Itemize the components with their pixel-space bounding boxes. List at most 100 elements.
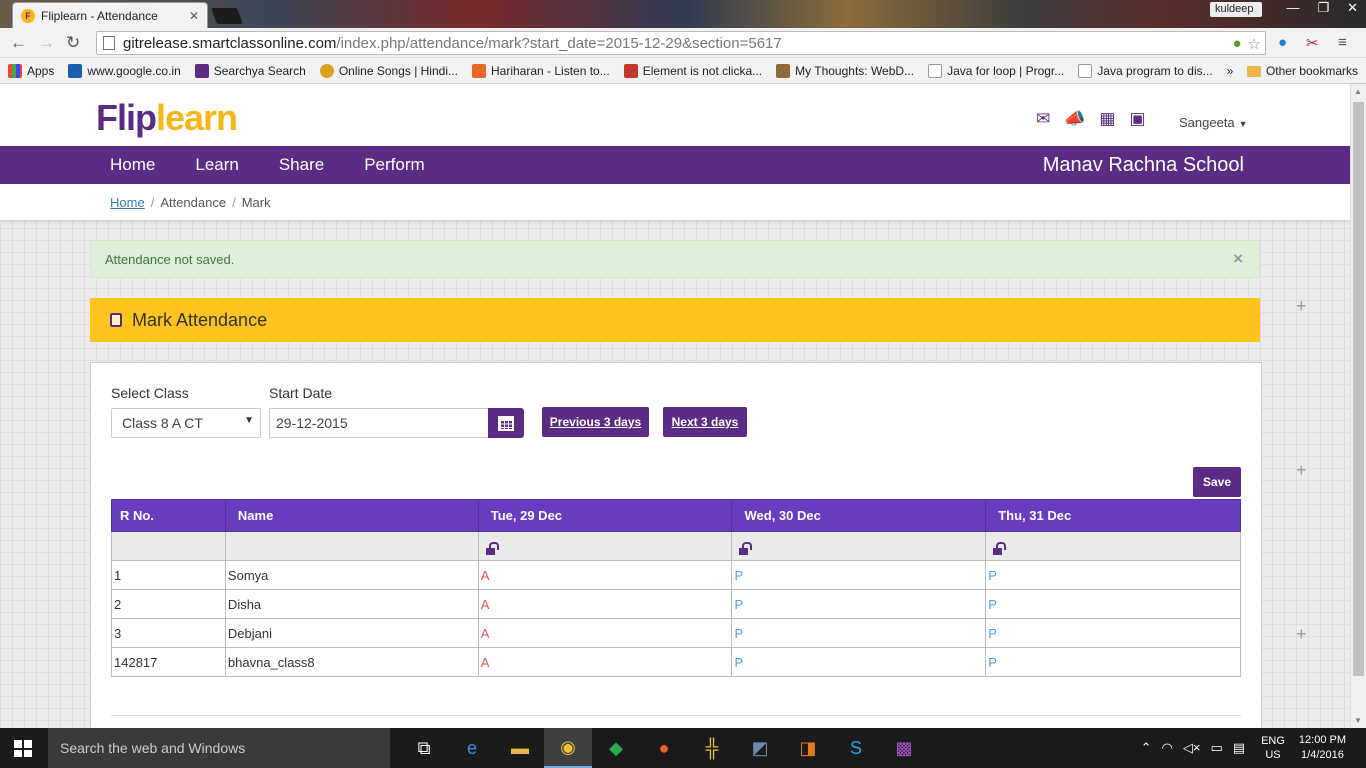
announcement-icon[interactable]: 📣	[1064, 109, 1085, 129]
date-picker-button[interactable]	[488, 408, 524, 438]
attendance-cell[interactable]: P	[985, 647, 1241, 677]
breadcrumb: Home / Attendance / Mark	[0, 184, 1350, 220]
attendance-cell[interactable]: P	[985, 560, 1241, 590]
tab-close-icon[interactable]: ✕	[189, 9, 199, 23]
save-button[interactable]: Save	[1193, 467, 1241, 497]
attendance-cell[interactable]: A	[477, 560, 733, 590]
nav-share[interactable]: Share	[279, 155, 324, 175]
previous-3-days-button[interactable]: Previous 3 days	[542, 407, 649, 437]
reload-icon[interactable]: ↻	[66, 33, 80, 53]
firefox-icon[interactable]: ●	[640, 728, 688, 768]
bookmark-searchya[interactable]: Searchya Search	[194, 63, 306, 78]
bookmark-online-songs[interactable]: Online Songs | Hindi...	[319, 63, 458, 78]
fliplearn-logo[interactable]: Fliplearn	[96, 97, 238, 139]
yahoo-favicon-icon	[194, 63, 209, 78]
main-nav: Home Learn Share Perform Manav Rachna Sc…	[0, 146, 1350, 184]
new-tab-button[interactable]	[211, 8, 243, 24]
show-hidden-icons-icon[interactable]: ⌃	[1141, 740, 1152, 756]
battery-icon[interactable]: ▭	[1210, 740, 1222, 756]
mail-icon[interactable]: ✉	[1036, 109, 1050, 129]
profile-button[interactable]: kuldeep	[1210, 2, 1262, 17]
unlock-icon[interactable]	[739, 541, 753, 555]
scroll-down-icon[interactable]: ▼	[1354, 716, 1362, 725]
file-explorer-icon[interactable]: ▬	[496, 728, 544, 768]
mysql-icon[interactable]: ◩	[736, 728, 784, 768]
skype-icon[interactable]: S	[832, 728, 880, 768]
maximize-icon[interactable]: ❐	[1317, 0, 1329, 16]
alert-close-icon[interactable]: ×	[1233, 249, 1243, 269]
task-view-icon[interactable]: ⧉	[400, 728, 448, 768]
bookmark-java-loop[interactable]: Java for loop | Progr...	[928, 63, 1064, 78]
attendance-cell[interactable]: A	[477, 647, 733, 677]
nav-home[interactable]: Home	[110, 155, 155, 175]
nav-perform[interactable]: Perform	[364, 155, 424, 175]
other-bookmarks[interactable]: Other bookmarks	[1246, 64, 1358, 78]
attendance-cell[interactable]: P	[731, 618, 987, 648]
gallery-icon[interactable]: ▣	[1129, 109, 1145, 129]
scrollbar-thumb[interactable]	[1353, 102, 1364, 676]
eclipse-icon[interactable]: ▩	[880, 728, 928, 768]
bookmarks-overflow[interactable]: »	[1227, 64, 1234, 78]
attendance-cell[interactable]: P	[985, 589, 1241, 619]
google-favicon-icon	[68, 63, 83, 78]
extension-tool-icon[interactable]: ✂	[1306, 34, 1319, 52]
page-info-icon[interactable]	[103, 36, 115, 50]
attendance-cell[interactable]: A	[477, 618, 733, 648]
plus-decoration-icon: +	[1296, 624, 1307, 644]
attendance-cell[interactable]: P	[731, 560, 987, 590]
bookmark-my-thoughts[interactable]: My Thoughts: WebD...	[776, 63, 914, 78]
attendance-cell[interactable]: P	[731, 647, 987, 677]
bookmarks-bar: Apps www.google.co.in Searchya Search On…	[0, 58, 1366, 84]
edge-icon[interactable]: e	[448, 728, 496, 768]
bookmark-google[interactable]: www.google.co.in	[68, 63, 181, 78]
unlock-icon[interactable]	[485, 541, 499, 555]
hariharan-favicon-icon	[472, 63, 486, 78]
attendance-cell[interactable]: A	[477, 589, 733, 619]
nav-learn[interactable]: Learn	[195, 155, 238, 175]
browser-tab[interactable]: F Fliplearn - Attendance ✕	[12, 2, 208, 28]
bookmark-java-program[interactable]: Java program to dis...	[1078, 63, 1213, 78]
wifi-icon[interactable]: ◠	[1162, 740, 1173, 756]
plus-decoration-icon: +	[1296, 460, 1307, 480]
forward-icon[interactable]: →	[38, 33, 55, 53]
page-scrollbar[interactable]: ▲ ▼	[1350, 84, 1366, 728]
volume-icon[interactable]: ◁×	[1183, 740, 1201, 756]
outlook-icon[interactable]: ◨	[784, 728, 832, 768]
next-3-days-button[interactable]: Next 3 days	[663, 407, 747, 437]
extension-icon[interactable]: ●	[1278, 34, 1287, 51]
column-header: Tue, 29 Dec	[477, 499, 733, 532]
scroll-up-icon[interactable]: ▲	[1354, 87, 1362, 96]
browser-tab-strip: F Fliplearn - Attendance ✕ kuldeep — ❐ ✕	[0, 0, 1366, 28]
chrome-icon[interactable]: ◉	[544, 728, 592, 768]
page-favicon-icon	[1078, 63, 1093, 78]
close-window-icon[interactable]: ✕	[1347, 0, 1358, 16]
alert-text: Attendance not saved.	[105, 252, 235, 267]
app-green-icon[interactable]: ◆	[592, 728, 640, 768]
class-select[interactable]: Class 8 A CT ▼	[111, 408, 261, 438]
action-center-icon[interactable]: ▤	[1233, 740, 1245, 756]
start-date-input[interactable]: 29-12-2015	[269, 408, 489, 438]
dropdown-arrow-icon: ▼	[244, 415, 254, 426]
plus-decoration-icon: +	[1296, 296, 1307, 316]
chrome-menu-icon[interactable]: ≡	[1338, 34, 1347, 51]
bookmark-apps[interactable]: Apps	[8, 63, 54, 78]
unlock-icon[interactable]	[993, 541, 1007, 555]
attendance-cell[interactable]: P	[985, 618, 1241, 648]
extension-badge-icon[interactable]: ●	[1232, 35, 1241, 53]
bookmark-element[interactable]: Element is not clicka...	[623, 63, 762, 78]
breadcrumb-home[interactable]: Home	[110, 195, 145, 210]
user-menu[interactable]: Sangeeta ▼	[1179, 115, 1248, 130]
bookmark-hariharan[interactable]: Hariharan - Listen to...	[472, 63, 610, 78]
address-bar[interactable]: gitrelease.smartclassonline.com/index.ph…	[96, 31, 1266, 55]
pin-tool-icon[interactable]: ╬	[688, 728, 736, 768]
student-name: Debjani	[224, 618, 479, 648]
calendar-icon[interactable]: ▦	[1099, 109, 1115, 129]
language-indicator[interactable]: ENG US	[1261, 734, 1285, 762]
bookmark-star-icon[interactable]: ☆	[1248, 35, 1261, 53]
attendance-cell[interactable]: P	[731, 589, 987, 619]
windows-start-icon[interactable]	[14, 740, 32, 757]
back-icon[interactable]: ←	[10, 33, 27, 53]
taskbar-search[interactable]: Search the web and Windows	[48, 728, 390, 768]
minimize-icon[interactable]: —	[1286, 0, 1299, 16]
clock[interactable]: 12:00 PM 1/4/2016	[1299, 733, 1346, 763]
